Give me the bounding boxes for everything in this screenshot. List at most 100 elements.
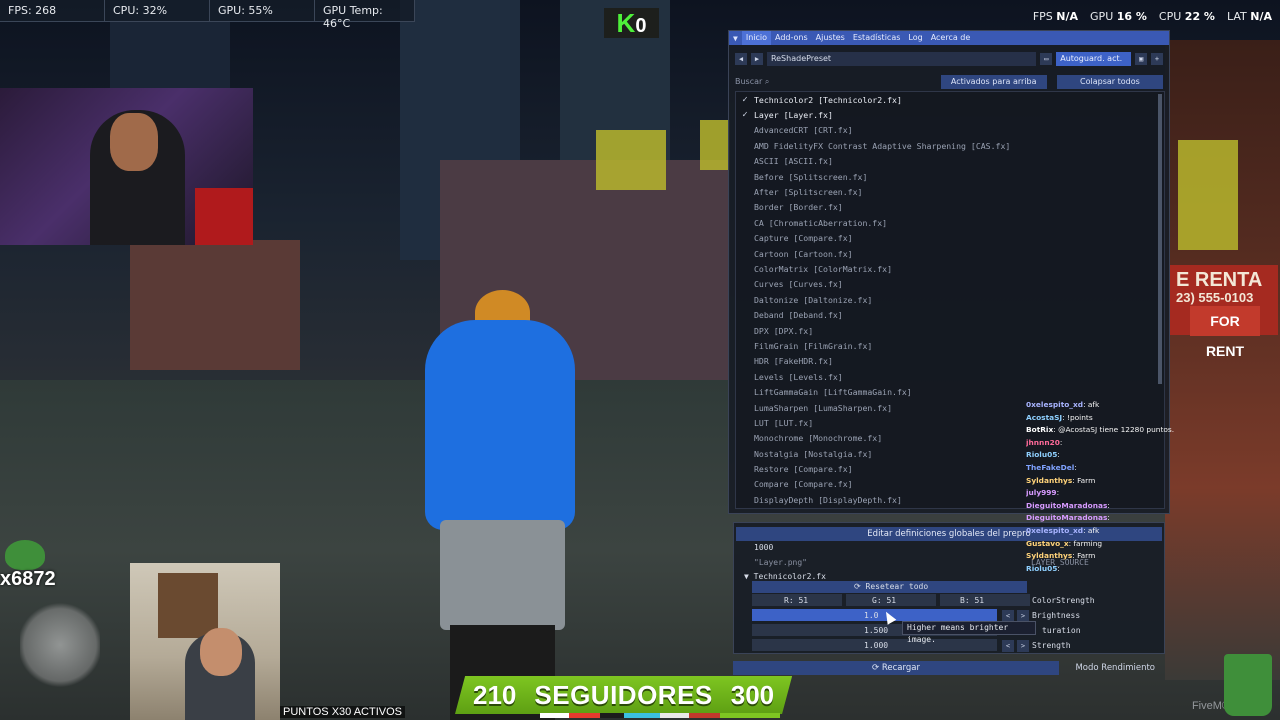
reload-button[interactable]: ⟳ Recargar <box>733 661 1059 675</box>
tab-ajustes[interactable]: Ajustes <box>812 31 849 45</box>
autosave-toggle[interactable]: Autoguard. act. <box>1056 52 1132 66</box>
tab-inicio[interactable]: Inicio <box>741 31 771 45</box>
effect-item[interactable]: Cartoon [Cartoon.fx] <box>736 246 1164 261</box>
followers-current: 210 <box>473 679 517 710</box>
effect-item[interactable]: AdvancedCRT [CRT.fx] <box>736 123 1164 138</box>
tab-addons[interactable]: Add-ons <box>771 31 812 45</box>
effect-item[interactable]: AMD FidelityFX Contrast Adaptive Sharpen… <box>736 138 1164 153</box>
chat-username: july999 <box>1026 488 1057 498</box>
chat-message: Syldanthys: Farm <box>1026 476 1176 489</box>
chat-text: : afk <box>1083 400 1100 409</box>
b-slider[interactable] <box>940 594 1030 606</box>
cpu-readout: CPU: 32% <box>105 0 210 22</box>
kick-badge: K0 <box>604 8 659 38</box>
effect-item[interactable]: Deband [Deband.fx] <box>736 307 1164 322</box>
effect-label: Daltonize [Daltonize.fx] <box>754 294 873 305</box>
effect-item[interactable]: HDR [FakeHDR.fx] <box>736 354 1164 369</box>
save-icon[interactable]: ▣ <box>1135 53 1148 65</box>
effect-item[interactable]: LiftGammaGain [LiftGammaGain.fx] <box>736 384 1164 399</box>
lit-window <box>700 120 730 170</box>
effect-item[interactable]: Daltonize [Daltonize.fx] <box>736 292 1164 307</box>
effect-item[interactable]: Curves [Curves.fx] <box>736 277 1164 292</box>
brightness-label: Brightness <box>1032 611 1081 620</box>
effect-item[interactable]: Levels [Levels.fx] <box>736 369 1164 384</box>
checkmark-icon[interactable]: ✓ <box>736 110 754 120</box>
next-preset-icon[interactable]: ▶ <box>750 53 763 65</box>
effect-label: Before [Splitscreen.fx] <box>754 171 868 182</box>
effect-label: ColorMatrix [ColorMatrix.fx] <box>754 263 893 274</box>
checkmark-icon[interactable]: ✓ <box>736 95 754 105</box>
chat-text: : @AcostaSJ tiene 12280 puntos. <box>1053 425 1175 435</box>
guest-webcam <box>130 563 280 720</box>
chat-text: : farming <box>1068 538 1103 548</box>
webcam-light <box>195 188 253 245</box>
effect-label: LiftGammaGain [LiftGammaGain.fx] <box>754 387 912 398</box>
effect-label: Deband [Deband.fx] <box>754 310 843 321</box>
effect-label: Compare [Compare.fx] <box>754 479 853 490</box>
for-rent-plate: FOR RENT <box>1190 306 1260 359</box>
effect-item[interactable]: ✓ Technicolor2 [Technicolor2.fx] <box>736 92 1164 107</box>
effect-item[interactable]: ColorMatrix [ColorMatrix.fx] <box>736 261 1164 276</box>
building-redbrick <box>130 240 300 370</box>
strength-inc-icon[interactable]: > <box>1017 640 1029 652</box>
effect-item[interactable]: After [Splitscreen.fx] <box>736 184 1164 199</box>
folder-icon[interactable]: ▭ <box>1040 53 1053 65</box>
streamer-webcam <box>0 88 253 245</box>
chat-message: july999: <box>1026 488 1176 501</box>
preset-name[interactable]: ReShadePreset <box>766 52 1037 66</box>
gpu-stat: GPU 16 % <box>1090 10 1147 23</box>
search-input[interactable]: Buscar ⌕ <box>735 75 937 89</box>
chat-username: DieguitoMaradonas <box>1026 513 1108 523</box>
scrollbar[interactable] <box>1158 94 1162 384</box>
chat-message: DieguitoMaradonas: <box>1026 513 1176 526</box>
prev-preset-icon[interactable]: ◀ <box>735 53 747 65</box>
effect-label: HDR [FakeHDR.fx] <box>754 356 833 367</box>
effect-item[interactable]: FilmGrain [FilmGrain.fx] <box>736 338 1164 353</box>
effect-item[interactable]: ✓ Layer [Layer.fx] <box>736 107 1164 122</box>
lit-window <box>596 130 666 190</box>
effect-item[interactable]: CA [ChromaticAberration.fx] <box>736 215 1164 230</box>
chat-message: DieguitoMaradonas: <box>1026 501 1176 514</box>
effect-label: AdvancedCRT [CRT.fx] <box>754 125 853 136</box>
fps-stat: FPS N/A <box>1032 10 1079 23</box>
effect-item[interactable]: Border [Border.fx] <box>736 200 1164 215</box>
chat-text: : <box>1056 488 1060 498</box>
collapse-arrow-icon[interactable]: ▼ <box>729 34 742 43</box>
layer-texture-value[interactable]: "Layer.png" <box>754 558 807 567</box>
chat-username: Gustavo_x <box>1026 538 1069 548</box>
b-value: B: 51 <box>960 596 985 605</box>
effect-item[interactable]: Before [Splitscreen.fx] <box>736 169 1164 184</box>
effect-item[interactable]: ASCII [ASCII.fx] <box>736 154 1164 169</box>
chat-message: Riolu05: <box>1026 450 1176 463</box>
performance-mode-toggle[interactable]: Modo Rendimiento <box>1059 661 1165 675</box>
reshade-footer: ⟳ Recargar Modo Rendimiento <box>733 661 1165 675</box>
followers-goal-value: 300 <box>730 679 775 710</box>
chat-username: Riolu05 <box>1026 563 1058 573</box>
frog-emote-icon <box>5 540 45 570</box>
player-shirt <box>425 320 575 530</box>
strength-dec-icon[interactable]: < <box>1002 640 1014 652</box>
tab-log[interactable]: Log <box>904 31 926 45</box>
collapse-all-button[interactable]: Colapsar todos <box>1056 75 1163 89</box>
preprocessor-value[interactable]: 1000 <box>754 543 773 552</box>
search-row: Buscar ⌕ Activados para arriba Colapsar … <box>729 73 1169 91</box>
effect-label: LUT [LUT.fx] <box>754 417 814 428</box>
effect-label: Technicolor2 [Technicolor2.fx] <box>754 94 902 105</box>
chat-message: TheFakeDel: <box>1026 463 1176 476</box>
chat-text: : afk <box>1083 525 1100 535</box>
effect-label: Border [Border.fx] <box>754 202 843 213</box>
effect-item[interactable]: Capture [Compare.fx] <box>736 231 1164 246</box>
effect-item[interactable]: DPX [DPX.fx] <box>736 323 1164 338</box>
add-preset-icon[interactable]: + <box>1151 53 1163 65</box>
active-to-top-button[interactable]: Activados para arriba <box>940 75 1047 89</box>
tab-estadisticas[interactable]: Estadísticas <box>849 31 905 45</box>
guest-face <box>200 628 242 676</box>
brightness-value: 1.0 <box>864 611 879 620</box>
effect-label: CA [ChromaticAberration.fx] <box>754 217 888 228</box>
chat-text: : <box>1074 462 1077 472</box>
effect-label: After [Splitscreen.fx] <box>754 187 863 198</box>
technicolor-section[interactable]: ▼ Technicolor2.fx <box>744 572 826 581</box>
colorstrength-label: ColorStrength <box>1032 596 1095 605</box>
kick-logo: K <box>616 8 636 38</box>
tab-acerca[interactable]: Acerca de <box>927 31 975 45</box>
